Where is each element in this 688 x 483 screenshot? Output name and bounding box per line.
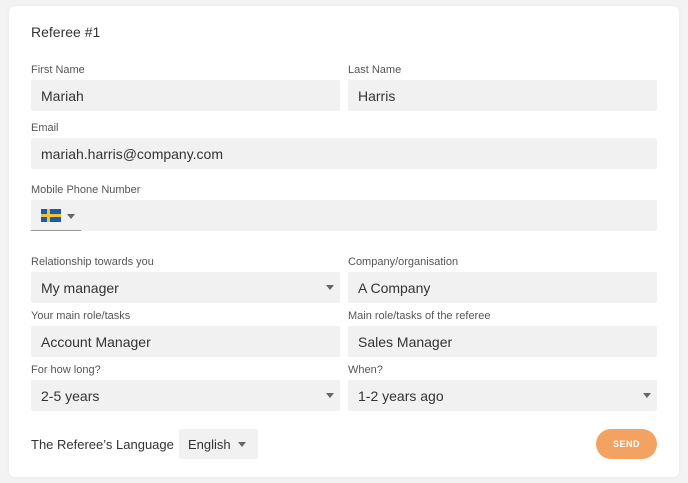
last-name-label: Last Name [348, 64, 402, 76]
relationship-value: My manager [41, 279, 119, 296]
company-field[interactable]: A Company [348, 272, 657, 303]
referee-role-value: Sales Manager [358, 333, 453, 350]
sweden-flag-icon [41, 209, 61, 222]
chevron-down-icon [643, 393, 651, 398]
relationship-select[interactable]: My manager [31, 272, 340, 303]
last-name-field[interactable]: Harris [348, 80, 657, 111]
send-button[interactable]: SEND [596, 429, 657, 459]
your-role-label: Your main role/tasks [31, 310, 131, 322]
referee-form-card: Referee #1 First Name Mariah Last Name H… [9, 6, 679, 477]
email-value: mariah.harris@company.com [41, 145, 224, 162]
first-name-field[interactable]: Mariah [31, 80, 340, 111]
referee-role-label: Main role/tasks of the referee [348, 310, 491, 322]
form-heading: Referee #1 [31, 24, 101, 40]
how-long-label: For how long? [31, 364, 101, 376]
chevron-down-icon [238, 442, 246, 447]
country-code-select[interactable] [31, 200, 81, 231]
email-field[interactable]: mariah.harris@company.com [31, 138, 657, 169]
referee-role-field[interactable]: Sales Manager [348, 326, 657, 357]
phone-label: Mobile Phone Number [31, 184, 141, 196]
how-long-select[interactable]: 2-5 years [31, 380, 340, 411]
chevron-down-icon [326, 393, 334, 398]
your-role-field[interactable]: Account Manager [31, 326, 340, 357]
relationship-label: Relationship towards you [31, 256, 154, 268]
language-select[interactable]: English [179, 429, 258, 459]
when-label: When? [348, 364, 383, 376]
email-label: Email [31, 122, 59, 134]
language-label: The Referee’s Language [31, 437, 174, 452]
how-long-value: 2-5 years [41, 387, 100, 404]
first-name-value: Mariah [41, 87, 84, 104]
when-select[interactable]: 1-2 years ago [348, 380, 657, 411]
chevron-down-icon [67, 214, 75, 219]
company-value: A Company [358, 279, 431, 296]
chevron-down-icon [326, 285, 334, 290]
language-value: English [188, 436, 231, 452]
company-label: Company/organisation [348, 256, 459, 268]
last-name-value: Harris [358, 87, 396, 104]
phone-input[interactable] [31, 200, 657, 231]
when-value: 1-2 years ago [358, 387, 444, 404]
your-role-value: Account Manager [41, 333, 151, 350]
first-name-label: First Name [31, 64, 85, 76]
